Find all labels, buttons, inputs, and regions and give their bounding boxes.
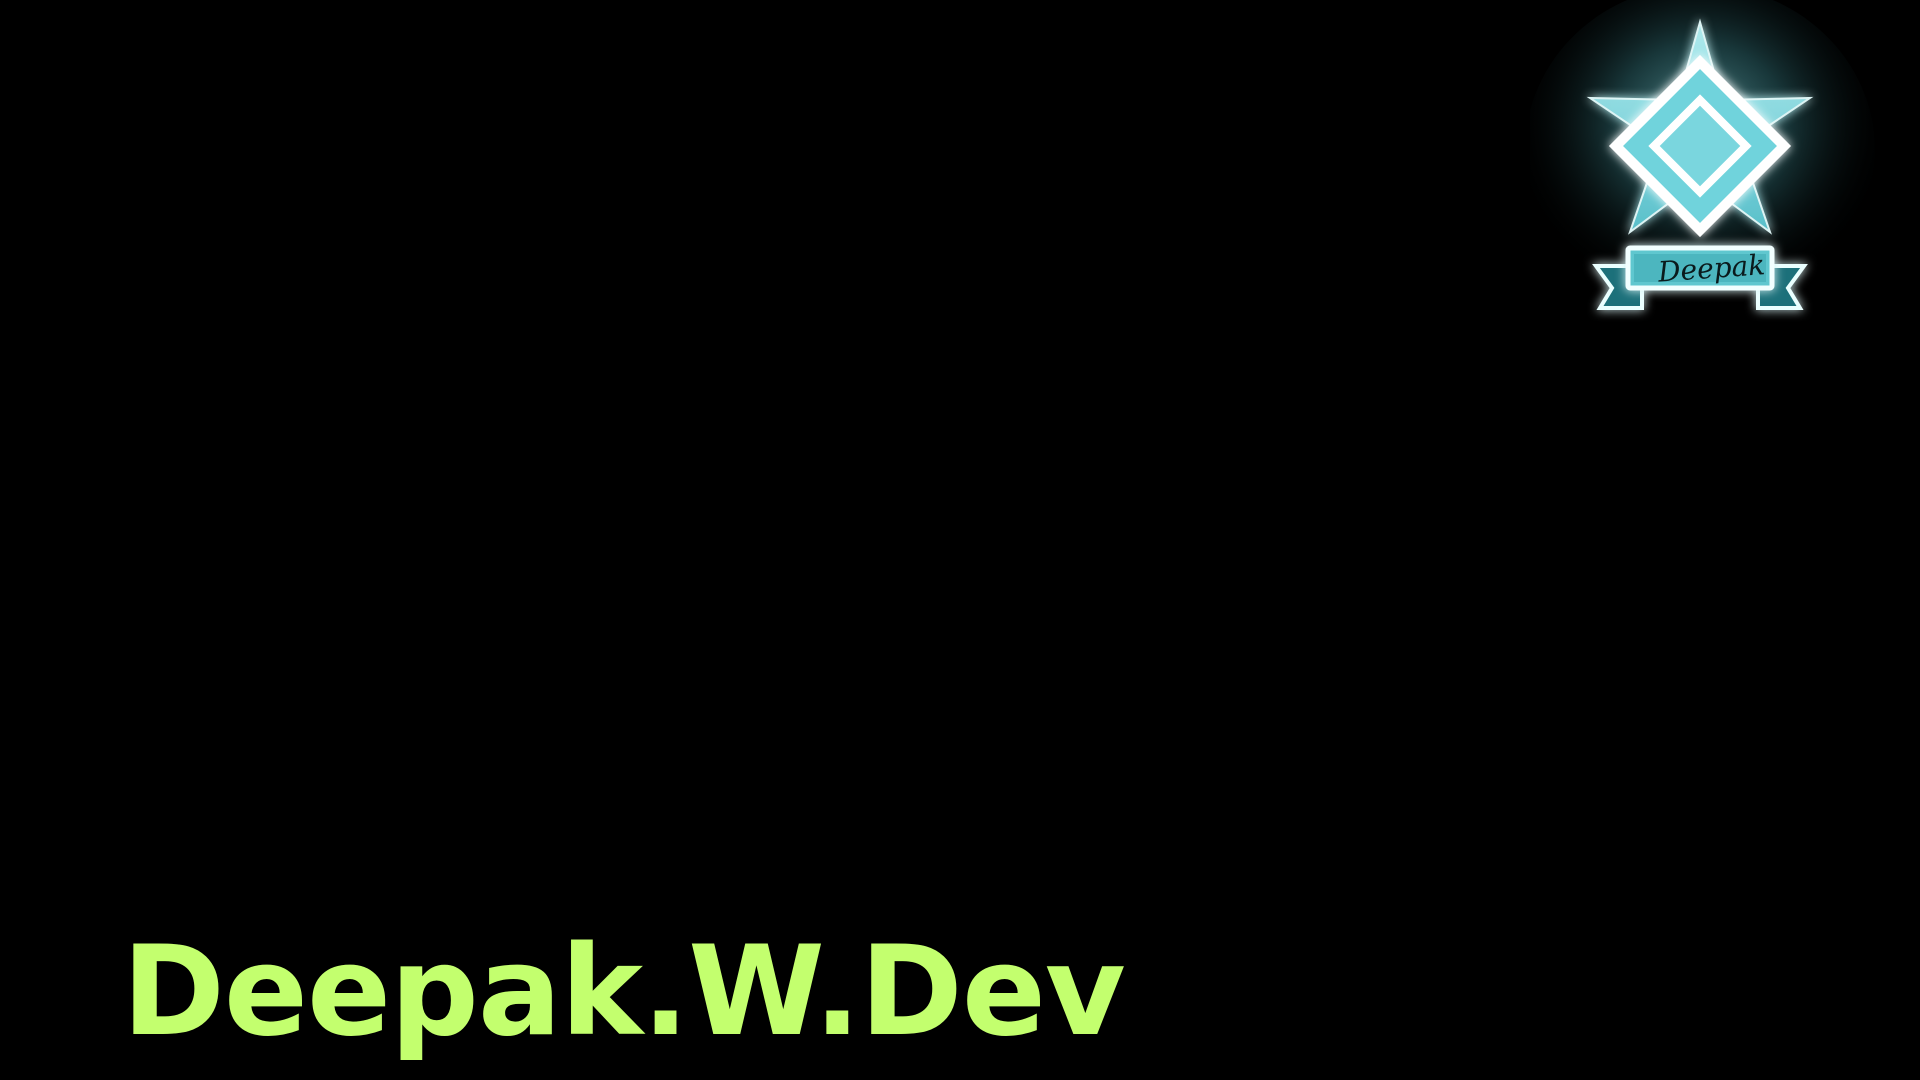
brand-title: Deepak.W.Dev: [122, 920, 1126, 1064]
splash-screen: Deepak Deepak.W.Dev: [0, 0, 1920, 1080]
logo-badge: [1530, 0, 1890, 340]
star-diamond-emblem-icon: [1530, 0, 1875, 315]
